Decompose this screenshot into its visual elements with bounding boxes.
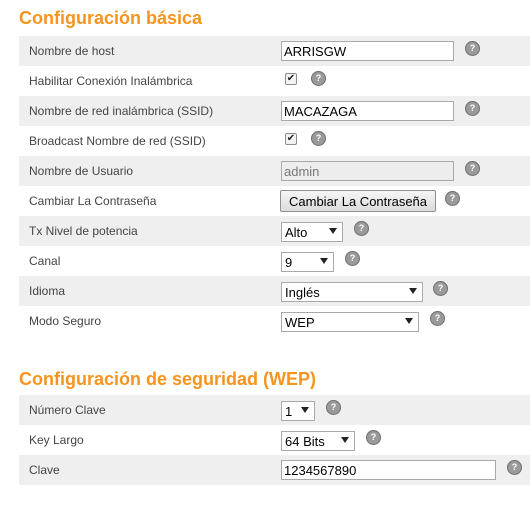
help-icon[interactable]: ? (366, 430, 381, 445)
password-row: Cambiar La Contraseña Cambiar La Contras… (19, 186, 530, 216)
key-input[interactable] (281, 460, 496, 480)
password-label: Cambiar La Contraseña (29, 194, 157, 208)
chevron-down-icon (320, 258, 328, 264)
help-icon[interactable]: ? (354, 221, 369, 236)
key-number-row: Número Clave 1 ? (19, 395, 530, 425)
key-length-select[interactable]: 64 Bits (281, 431, 355, 451)
chevron-down-icon (341, 437, 349, 443)
language-select[interactable]: Inglés (281, 282, 423, 302)
key-length-label: Key Largo (29, 433, 84, 447)
help-icon[interactable]: ? (345, 251, 360, 266)
help-icon[interactable]: ? (465, 101, 480, 116)
key-row: Clave ? (19, 455, 530, 485)
username-row: Nombre de Usuario ? (19, 156, 530, 186)
tx-power-row: Tx Nivel de potencia Alto ? (19, 216, 530, 246)
language-row: Idioma Inglés ? (19, 276, 530, 306)
wireless-enable-label: Habilitar Conexión Inalámbrica (29, 74, 193, 88)
chevron-down-icon (301, 407, 309, 413)
help-icon[interactable]: ? (311, 71, 326, 86)
ssid-input[interactable] (281, 101, 454, 121)
key-length-value: 64 Bits (285, 434, 325, 449)
broadcast-ssid-checkbox[interactable]: ✔ (285, 133, 297, 145)
key-number-select[interactable]: 1 (281, 401, 315, 421)
hostname-input[interactable] (281, 41, 454, 61)
broadcast-ssid-row: Broadcast Nombre de red (SSID) ✔ ? (19, 126, 530, 156)
hostname-row: Nombre de host ? (19, 36, 530, 66)
channel-label: Canal (29, 254, 61, 268)
language-label: Idioma (29, 284, 66, 298)
help-icon[interactable]: ? (326, 400, 341, 415)
hostname-label: Nombre de host (29, 44, 115, 58)
key-length-row: Key Largo 64 Bits ? (19, 425, 530, 455)
tx-power-label: Tx Nivel de potencia (29, 224, 138, 238)
security-mode-select[interactable]: WEP (281, 312, 419, 332)
security-mode-row: Modo Seguro WEP ? (19, 306, 530, 336)
basic-settings-title: Configuración básica (19, 8, 203, 28)
ssid-row: Nombre de red inalámbrica (SSID) ? (19, 96, 530, 126)
username-input (281, 161, 454, 181)
chevron-down-icon (409, 288, 417, 294)
security-mode-value: WEP (285, 315, 315, 330)
channel-select[interactable]: 9 (281, 252, 334, 272)
chevron-down-icon (329, 228, 337, 234)
help-icon[interactable]: ? (433, 281, 448, 296)
chevron-down-icon (405, 318, 413, 324)
key-number-label: Número Clave (29, 403, 106, 417)
key-number-value: 1 (285, 404, 293, 419)
username-label: Nombre de Usuario (29, 164, 134, 178)
channel-row: Canal 9 ? (19, 246, 530, 276)
help-icon[interactable]: ? (430, 311, 445, 326)
language-value: Inglés (285, 285, 320, 300)
help-icon[interactable]: ? (507, 460, 522, 475)
channel-value: 9 (285, 255, 293, 270)
security-mode-label: Modo Seguro (29, 314, 102, 328)
help-icon[interactable]: ? (465, 41, 480, 56)
ssid-label: Nombre de red inalámbrica (SSID) (29, 104, 214, 118)
tx-power-value: Alto (285, 225, 308, 240)
wireless-enable-row: Habilitar Conexión Inalámbrica ✔ ? (19, 66, 530, 96)
wep-settings-title: Configuración de seguridad (WEP) (19, 369, 317, 389)
key-label: Clave (29, 463, 60, 477)
tx-power-select[interactable]: Alto (281, 222, 343, 242)
change-password-button[interactable]: Cambiar La Contraseña (280, 190, 437, 212)
help-icon[interactable]: ? (465, 161, 480, 176)
broadcast-ssid-label: Broadcast Nombre de red (SSID) (29, 134, 206, 148)
help-icon[interactable]: ? (311, 131, 326, 146)
help-icon[interactable]: ? (445, 191, 460, 206)
wireless-enable-checkbox[interactable]: ✔ (285, 73, 297, 85)
